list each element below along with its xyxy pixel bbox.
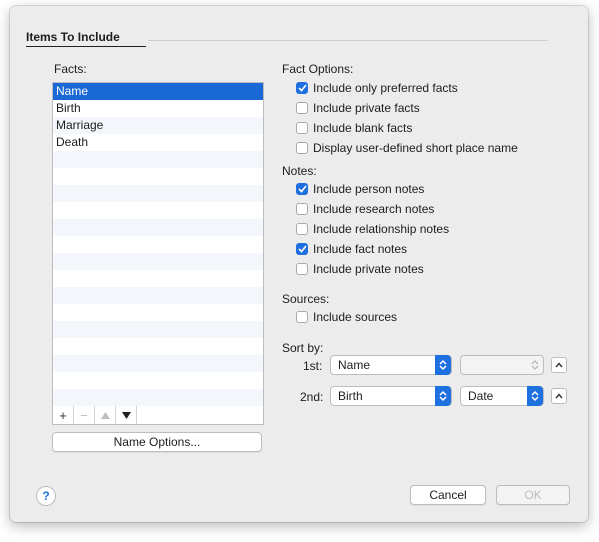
fact-option-checkbox-row[interactable]: Display user-defined short place name (296, 141, 518, 155)
empty-list-row (53, 202, 263, 219)
chevron-updown-icon (527, 355, 543, 375)
facts-list-toolbar: + − (52, 406, 264, 425)
list-item[interactable]: Birth (53, 100, 263, 117)
add-fact-button[interactable]: + (53, 406, 74, 424)
sort-first-popup[interactable]: Name (330, 355, 452, 375)
empty-list-row (53, 168, 263, 185)
chevron-updown-icon (435, 386, 451, 406)
empty-list-row (53, 355, 263, 372)
fact-option-checkbox-row[interactable]: Include private facts (296, 101, 420, 115)
checkbox-unchecked[interactable] (296, 122, 308, 134)
sort-second-value: Birth (338, 389, 363, 403)
fact-options-label: Fact Options: (282, 62, 354, 76)
facts-list[interactable]: Name Birth Marriage Death (52, 82, 264, 408)
empty-list-row (53, 287, 263, 304)
fact-option-checkbox-label: Include private facts (313, 101, 420, 115)
notes-label: Notes: (282, 164, 317, 178)
notes-option-checkbox-label: Include fact notes (313, 242, 408, 256)
sort-second-secondary-popup[interactable]: Date (460, 386, 544, 406)
chevron-updown-icon (435, 355, 451, 375)
sort-first-value: Name (338, 358, 371, 372)
sort-second-label: 2nd: (300, 390, 324, 404)
group-title: Items To Include (26, 30, 120, 44)
sources-label: Sources: (282, 292, 330, 306)
empty-list-row (53, 219, 263, 236)
cancel-button[interactable]: Cancel (410, 485, 486, 505)
checkbox-unchecked[interactable] (296, 223, 308, 235)
checkbox-unchecked[interactable] (296, 142, 308, 154)
empty-list-row (53, 236, 263, 253)
move-up-button[interactable] (95, 406, 116, 424)
chevron-up-icon (555, 362, 563, 368)
sort-second-popup[interactable]: Birth (330, 386, 452, 406)
group-title-underline (26, 46, 146, 47)
list-item[interactable]: Death (53, 134, 263, 151)
triangle-up-icon (100, 411, 110, 419)
checkbox-unchecked[interactable] (296, 311, 308, 323)
ok-button[interactable]: OK (496, 485, 570, 505)
sources-option-checkbox-row[interactable]: Include sources (296, 310, 397, 324)
chevron-up-icon (555, 393, 563, 399)
notes-option-checkbox-row[interactable]: Include research notes (296, 202, 434, 216)
facts-label: Facts: (54, 62, 87, 76)
notes-option-checkbox-label: Include relationship notes (313, 222, 450, 236)
sources-option-checkbox-label: Include sources (313, 310, 398, 324)
empty-list-row (53, 270, 263, 287)
list-item[interactable]: Marriage (53, 117, 263, 134)
checkbox-checked[interactable] (296, 243, 308, 255)
name-options-button[interactable]: Name Options... (52, 432, 262, 452)
sort-first-order-button[interactable] (551, 357, 567, 373)
fact-option-checkbox-row[interactable]: Include blank facts (296, 121, 412, 135)
empty-list-row (53, 389, 263, 406)
notes-option-checkbox-row[interactable]: Include private notes (296, 262, 424, 276)
notes-option-checkbox-label: Include private notes (313, 262, 424, 276)
fact-option-checkbox-label: Include blank facts (313, 121, 413, 135)
checkbox-unchecked[interactable] (296, 102, 308, 114)
help-button[interactable]: ? (36, 486, 56, 506)
sort-second-secondary-value: Date (468, 389, 494, 403)
triangle-down-icon (121, 411, 131, 419)
chevron-updown-icon (527, 386, 543, 406)
notes-option-checkbox-row[interactable]: Include relationship notes (296, 222, 449, 236)
sort-first-label: 1st: (303, 359, 323, 373)
empty-list-row (53, 338, 263, 355)
sort-second-order-button[interactable] (551, 388, 567, 404)
empty-list-row (53, 253, 263, 270)
fact-option-checkbox-label: Include only preferred facts (313, 81, 458, 95)
notes-option-checkbox-row[interactable]: Include person notes (296, 182, 424, 196)
notes-option-checkbox-row[interactable]: Include fact notes (296, 242, 407, 256)
checkbox-unchecked[interactable] (296, 203, 308, 215)
list-item[interactable]: Name (53, 83, 263, 100)
empty-list-row (53, 185, 263, 202)
notes-option-checkbox-label: Include research notes (313, 202, 435, 216)
sort-by-label: Sort by: (282, 341, 324, 355)
remove-fact-button[interactable]: − (74, 406, 95, 424)
checkbox-unchecked[interactable] (296, 263, 308, 275)
checkbox-checked[interactable] (296, 82, 308, 94)
move-down-button[interactable] (116, 406, 137, 424)
empty-list-row (53, 372, 263, 389)
fact-option-checkbox-row[interactable]: Include only preferred facts (296, 81, 458, 95)
fact-option-checkbox-label: Display user-defined short place name (313, 141, 518, 155)
group-divider (148, 40, 548, 41)
sort-first-secondary-popup[interactable] (460, 355, 544, 375)
notes-option-checkbox-label: Include person notes (313, 182, 425, 196)
empty-list-row (53, 304, 263, 321)
empty-list-row (53, 151, 263, 168)
checkbox-checked[interactable] (296, 183, 308, 195)
empty-list-row (53, 321, 263, 338)
